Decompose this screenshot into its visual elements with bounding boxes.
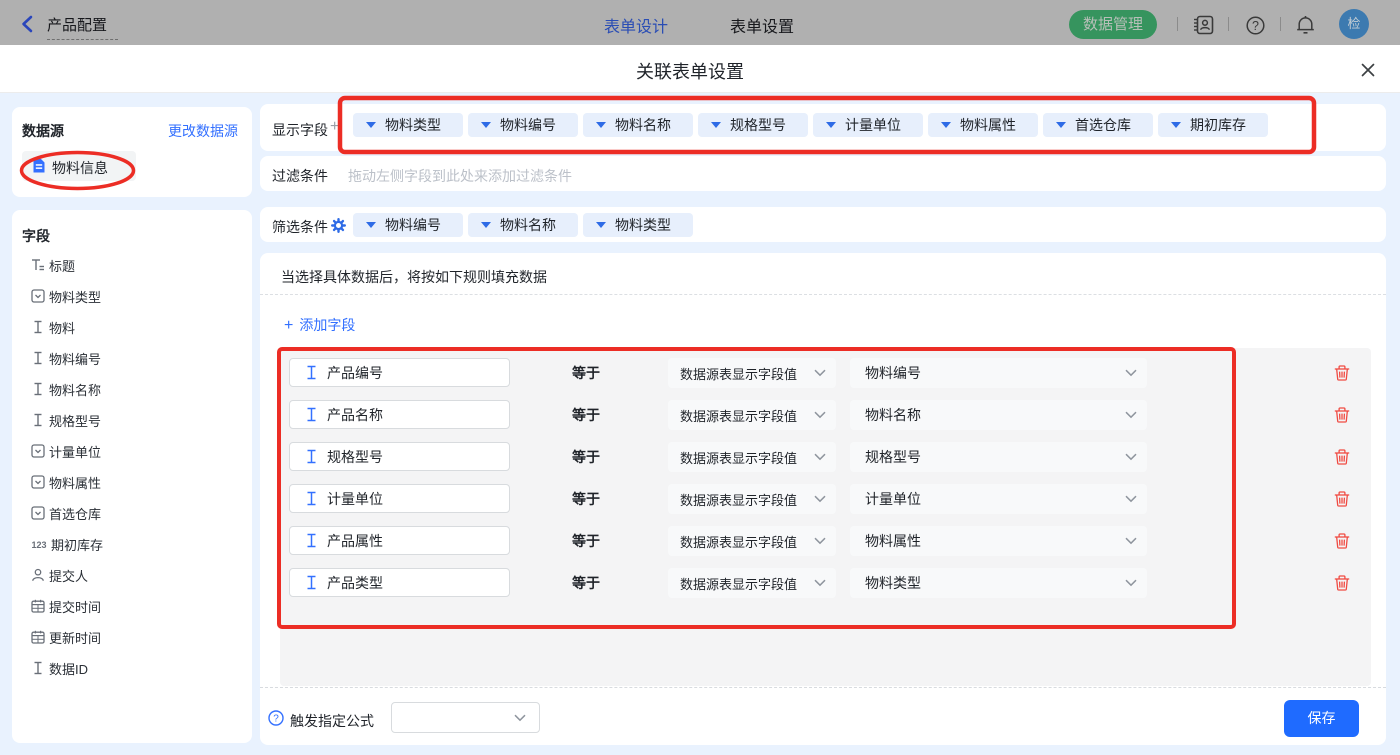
svg-text:?: ? — [273, 714, 279, 725]
svg-text:?: ? — [1252, 19, 1259, 33]
svg-text:123: 123 — [31, 540, 46, 550]
